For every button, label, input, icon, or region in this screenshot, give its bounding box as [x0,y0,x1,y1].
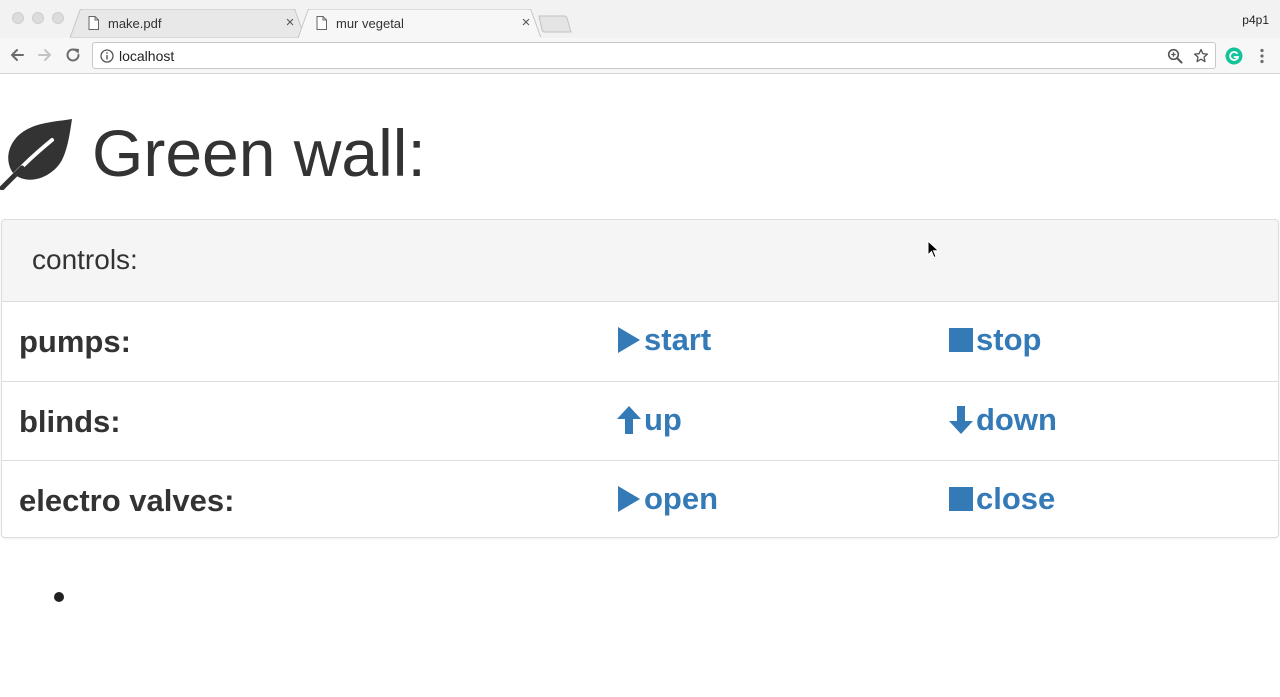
kebab-menu-icon[interactable] [1253,47,1271,65]
play-icon [618,327,640,353]
document-icon [88,16,99,30]
forward-arrow-icon[interactable] [36,46,54,64]
arrow-down-icon [949,406,973,434]
controls-panel: controls: pumps: start stop blinds: up d… [1,219,1279,538]
blinds-up-button[interactable]: up [616,402,682,438]
browser-tab-mur-vegetal[interactable]: mur vegetal × [298,9,542,38]
browser-toolbar: localhost [0,38,1280,74]
tab-background [298,9,542,38]
action-label: open [644,481,719,516]
control-row-pumps: pumps: start stop [2,302,1278,381]
pumps-start-button[interactable]: start [616,322,711,358]
grammarly-icon[interactable] [1225,47,1243,65]
panel-heading: controls: [2,220,1278,302]
play-icon [618,486,640,512]
panel-heading-text: controls: [32,244,138,275]
tab-label: mur vegetal [336,16,404,31]
star-icon[interactable] [1193,48,1209,64]
tab-background [70,9,306,38]
arrow-up-icon [617,406,641,434]
pumps-stop-button[interactable]: stop [948,322,1041,358]
document-icon [316,16,327,30]
bullet-icon [54,592,64,602]
url-text[interactable]: localhost [119,48,174,64]
control-row-electro-valves: electro valves: open close [2,460,1278,537]
blinds-down-button[interactable]: down [948,402,1057,438]
profile-name[interactable]: p4p1 [1242,13,1269,27]
window-close-button[interactable] [12,12,24,24]
address-bar[interactable]: localhost [92,42,1216,69]
info-icon[interactable] [100,49,114,63]
window-minimize-button[interactable] [32,12,44,24]
tab-label: make.pdf [108,16,162,31]
action-label: down [976,402,1057,437]
page-title: Green wall: [0,113,426,193]
valves-close-button[interactable]: close [948,481,1055,517]
browser-tab-make-pdf[interactable]: make.pdf × [70,9,306,38]
row-label: electro valves: [19,483,235,518]
zoom-icon[interactable] [1167,48,1183,64]
page-title-text: Green wall: [92,116,426,190]
close-tab-icon[interactable]: × [284,15,296,30]
window-zoom-button[interactable] [52,12,64,24]
back-arrow-icon[interactable] [8,46,26,64]
control-row-blinds: blinds: up down [2,381,1278,460]
action-label: start [644,322,712,357]
mouse-cursor-icon [927,240,940,259]
reload-icon[interactable] [64,46,82,64]
stop-icon [949,328,973,352]
browser-titlebar: make.pdf × mur vegetal × p4p1 [0,0,1280,38]
action-label: stop [976,322,1042,357]
action-label: close [976,481,1056,516]
page-content: Green wall: controls: pumps: start stop [0,75,1280,697]
row-label: pumps: [19,324,131,359]
new-tab-button[interactable] [538,15,572,33]
valves-open-button[interactable]: open [616,481,718,517]
action-label: up [644,402,682,437]
stop-icon [949,487,973,511]
close-tab-icon[interactable]: × [520,15,532,30]
leaf-icon [0,119,72,190]
row-label: blinds: [19,404,121,439]
